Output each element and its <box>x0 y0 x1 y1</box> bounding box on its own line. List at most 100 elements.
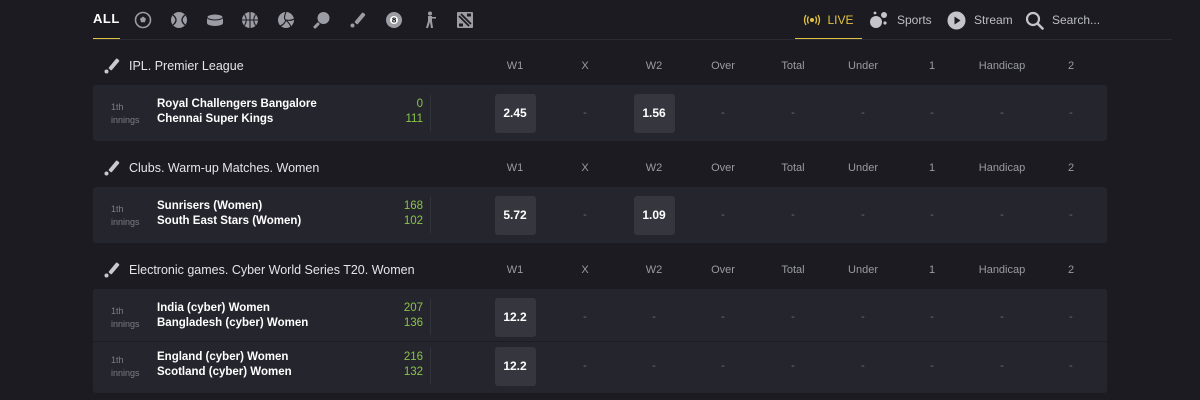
odd-cell-handicap: - <box>1000 107 1004 119</box>
play-icon <box>947 11 966 29</box>
odd-cell-over: - <box>721 209 725 221</box>
shooter-icon[interactable] <box>419 10 439 30</box>
column-header-2: 2 <box>1067 60 1075 72</box>
cricket-icon[interactable] <box>348 10 368 30</box>
odd-cell-total: - <box>791 360 795 372</box>
search-button[interactable]: Search... <box>1025 0 1100 40</box>
search-placeholder: Search... <box>1052 13 1101 27</box>
column-header-w2: W2 <box>645 162 663 174</box>
odd-cell-w2: - <box>652 311 656 323</box>
team2-score: 111 <box>405 113 423 125</box>
column-header-x: X <box>581 264 589 276</box>
odd-cell-2: - <box>1069 360 1073 372</box>
tennis-icon[interactable] <box>169 10 189 30</box>
odd-cell-w2[interactable]: 1.56 <box>619 89 689 137</box>
column-header-under: Under <box>848 264 878 276</box>
match-row[interactable]: 1th innings Sunrisers (Women) South East S… <box>93 191 1107 239</box>
team2-score: 102 <box>403 215 423 227</box>
odd-cell-w1[interactable]: 5.72 <box>480 191 550 239</box>
odd-cell-1: - <box>930 209 934 221</box>
team-names: Royal Challengers Bangalore Chennai Super… <box>157 97 317 127</box>
innings-label: 1th innings <box>111 355 140 378</box>
column-header-handicap: Handicap <box>978 60 1026 72</box>
match-row[interactable]: 1th innings Royal Challengers Bangalore Ch… <box>93 89 1107 137</box>
live-broadcast-icon <box>804 14 821 26</box>
sports-button[interactable]: Sports <box>869 0 932 40</box>
column-header-over: Over <box>711 60 735 72</box>
odd-cell-2: - <box>1069 107 1073 119</box>
match-row[interactable]: 1th innings India (cyber) Women Bangladesh… <box>93 293 1107 341</box>
column-header-2: 2 <box>1067 162 1075 174</box>
team2-name: Bangladesh (cyber) Women <box>157 317 309 329</box>
odd-cell-under: - <box>861 311 865 323</box>
team1-name: Royal Challengers Bangalore <box>157 98 317 110</box>
top-navigation: ALL 8 LIVE Sports Stream Search... <box>0 0 1200 40</box>
column-header-1: 1 <box>928 60 936 72</box>
svg-text:8: 8 <box>391 17 396 25</box>
hockey-icon[interactable] <box>205 10 225 30</box>
innings-label: 1th innings <box>111 102 140 125</box>
basketball-icon[interactable] <box>240 10 260 30</box>
column-header-1: 1 <box>928 264 936 276</box>
odd-cell-1: - <box>930 311 934 323</box>
search-icon <box>1025 11 1044 30</box>
odd-cell-under: - <box>861 107 865 119</box>
cricket-icon <box>104 58 120 74</box>
team1-name: Sunrisers (Women) <box>157 200 263 212</box>
odd-button[interactable]: 2.45 <box>494 93 536 133</box>
odd-cell-over: - <box>721 107 725 119</box>
odd-cell-under: - <box>861 209 865 221</box>
odd-cell-w1[interactable]: 12.2 <box>480 342 550 390</box>
tab-all[interactable]: ALL <box>93 0 120 40</box>
odd-cell-1: - <box>930 360 934 372</box>
odd-cell-handicap: - <box>1000 311 1004 323</box>
match-panel: 1th innings India (cyber) Women Bangladesh… <box>93 289 1107 393</box>
league-header: Electronic games. Cyber World Series T20… <box>93 250 1107 290</box>
team1-score: 168 <box>403 200 423 212</box>
column-header-w1: W1 <box>506 264 524 276</box>
odd-button[interactable]: 12.2 <box>494 346 536 386</box>
odd-button[interactable]: 1.56 <box>633 93 675 133</box>
stream-button[interactable]: Stream <box>947 0 1013 40</box>
team1-score: 207 <box>403 302 423 314</box>
team2-name: Scotland (cyber) Women <box>157 366 292 378</box>
column-header-handicap: Handicap <box>978 264 1026 276</box>
odd-cell-handicap: - <box>1000 360 1004 372</box>
odd-button[interactable]: 1.09 <box>633 195 675 235</box>
column-header-2: 2 <box>1067 264 1075 276</box>
match-row[interactable]: 1th innings England (cyber) Women Scotland… <box>93 341 1107 389</box>
table-tennis-icon[interactable] <box>312 10 332 30</box>
team-names: India (cyber) Women Bangladesh (cyber) Wo… <box>157 301 308 331</box>
odd-cell-w2[interactable]: 1.09 <box>619 191 689 239</box>
column-header-total: Total <box>781 162 805 174</box>
odd-button[interactable]: 12.2 <box>494 297 536 337</box>
sport-filter-icons: 8 <box>133 10 491 30</box>
column-header-over: Over <box>711 162 735 174</box>
team2-name: South East Stars (Women) <box>157 215 302 227</box>
match-panel: 1th innings Sunrisers (Women) South East S… <box>93 187 1107 243</box>
league-title: IPL. Premier League <box>129 59 244 73</box>
league-header: IPL. Premier League W1 X W2 Over Total U… <box>93 46 1107 86</box>
score-divider <box>430 348 431 384</box>
column-header-under: Under <box>848 162 878 174</box>
tab-live[interactable]: LIVE <box>795 0 862 40</box>
odd-button[interactable]: 5.72 <box>494 195 536 235</box>
football-icon[interactable] <box>133 10 153 30</box>
odd-cell-w1[interactable]: 2.45 <box>480 89 550 137</box>
odd-cell-handicap: - <box>1000 209 1004 221</box>
tab-live-label: LIVE <box>827 13 854 27</box>
nav-divider <box>93 39 1172 40</box>
odd-cell-w1[interactable]: 12.2 <box>480 293 550 341</box>
odd-cell-under: - <box>861 360 865 372</box>
odd-cell-x: - <box>583 360 587 372</box>
odd-cell-total: - <box>791 209 795 221</box>
billiards-icon[interactable]: 8 <box>384 10 404 30</box>
odd-cell-total: - <box>791 311 795 323</box>
volleyball-icon[interactable] <box>276 10 296 30</box>
team2-score: 132 <box>403 366 423 378</box>
column-header-1: 1 <box>928 162 936 174</box>
dota-icon[interactable] <box>455 10 475 30</box>
column-header-w1: W1 <box>506 60 524 72</box>
team1-score: 0 <box>416 98 423 110</box>
score-divider <box>430 197 431 233</box>
